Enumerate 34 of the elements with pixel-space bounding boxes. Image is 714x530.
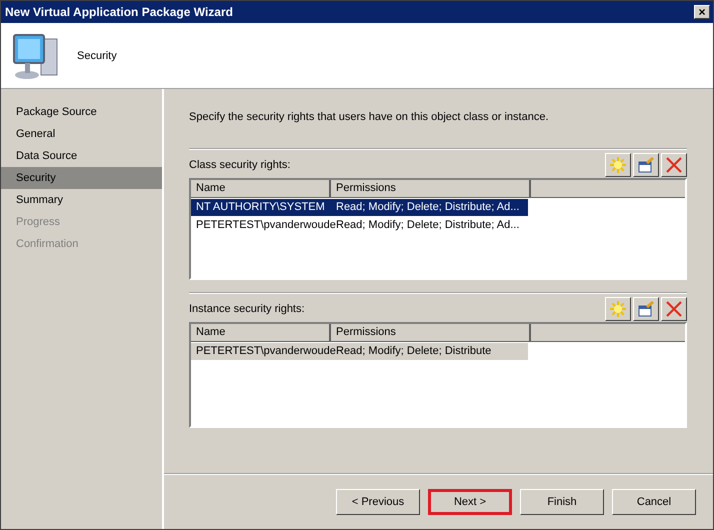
group-label: Class security rights: <box>189 159 290 171</box>
delete-button[interactable] <box>661 297 687 321</box>
delete-icon <box>665 300 683 318</box>
close-button[interactable]: × <box>694 5 710 19</box>
column-header[interactable]: Permissions <box>331 180 531 197</box>
star-icon <box>609 156 627 174</box>
wizard-step[interactable]: Summary <box>1 189 162 211</box>
wizard-button[interactable]: < Previous <box>336 488 420 514</box>
wizard-button[interactable]: Finish <box>520 488 604 514</box>
group-label: Instance security rights: <box>189 303 305 315</box>
column-header[interactable]: Permissions <box>331 324 531 341</box>
list-row[interactable]: NT AUTHORITY\SYSTEM Read; Modify; Delete; Distribute; Ad... <box>191 199 528 216</box>
window-title: New Virtual Application Package Wizard <box>5 5 233 19</box>
wizard-step[interactable]: Data Source <box>1 145 162 167</box>
properties-button[interactable] <box>633 153 659 177</box>
properties-button[interactable] <box>633 297 659 321</box>
column-header[interactable]: Name <box>191 324 331 341</box>
star-icon <box>609 300 627 318</box>
list-row[interactable]: PETERTEST\pvanderwoudeRead; Modify; Delete; Distribute; Ad... <box>191 217 528 234</box>
wizard-button[interactable]: Cancel <box>612 488 696 514</box>
wizard-step[interactable]: General <box>1 123 162 145</box>
wizard-step[interactable]: Security <box>1 167 162 189</box>
new-button[interactable] <box>605 297 631 321</box>
page-title: Security <box>77 50 117 62</box>
wizard-step[interactable]: Package Source <box>1 101 162 123</box>
properties-icon <box>637 156 655 174</box>
properties-icon <box>637 300 655 318</box>
wizard-button[interactable]: Next > <box>428 488 512 514</box>
delete-button[interactable] <box>661 153 687 177</box>
column-header[interactable]: Name <box>191 180 331 197</box>
new-button[interactable] <box>605 153 631 177</box>
list-row[interactable]: PETERTEST\pvanderwoudeRead; Modify; Delete; Distribute <box>191 343 528 360</box>
delete-icon <box>665 156 683 174</box>
instruction-text: Specify the security rights that users have on this object class or instance. <box>189 111 550 123</box>
